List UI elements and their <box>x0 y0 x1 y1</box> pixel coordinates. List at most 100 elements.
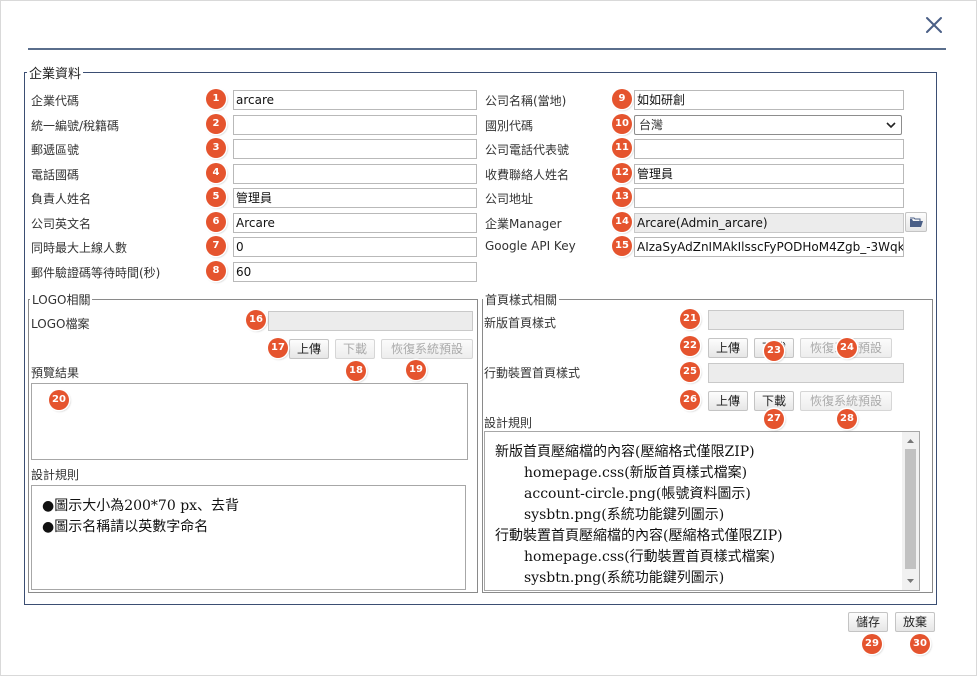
field-label: 企業Manager <box>485 217 562 231</box>
field-input[interactable]: 0 <box>233 237 477 257</box>
badge-30: 30 <box>910 634 930 654</box>
header-divider <box>28 48 946 50</box>
logo-rules-box[interactable]: ●圖示大小為200*70 px、去背 ●圖示名稱請以英數字命名 <box>31 485 466 590</box>
field-label: 公司電話代表號 <box>485 143 570 157</box>
badge-24: 24 <box>837 338 857 358</box>
field-label: 國別代碼 <box>485 119 534 133</box>
field-label: 同時最大上線人數 <box>31 241 128 255</box>
field-input[interactable]: 如如研創 <box>634 90 904 110</box>
badge-27: 27 <box>764 409 784 429</box>
logo-download-button[interactable]: 下載 <box>335 339 375 359</box>
homepage-mobile-upload-button[interactable]: 上傳 <box>708 391 748 411</box>
field-input[interactable]: arcare <box>233 90 477 110</box>
field-label: 電話國碼 <box>31 168 80 182</box>
logo-upload-button[interactable]: 上傳 <box>289 339 329 359</box>
company-legend: 企業資料 <box>27 63 84 82</box>
field-badge: 10 <box>612 114 632 134</box>
close-icon <box>926 17 942 33</box>
homepage-rule-line: sysbtn.png(系統功能鍵列圖示) <box>524 507 725 523</box>
field-badge: 3 <box>206 138 226 158</box>
homepage-new-input[interactable] <box>708 310 904 330</box>
logo-preview-label: 預覽結果 <box>31 366 80 380</box>
country-select-value: 台灣 <box>639 118 664 132</box>
folder-open-icon <box>910 217 923 227</box>
field-label: 公司名稱(當地) <box>485 94 567 108</box>
logo-rule-line: ●圖示大小為200*70 px、去背 <box>42 498 240 514</box>
field-input[interactable]: 60 <box>233 262 477 282</box>
homepage-rule-line: 行動裝置首頁壓縮檔的內容(壓縮格式僅限ZIP) <box>495 528 783 544</box>
badge-17: 17 <box>268 338 288 358</box>
field-input[interactable]: Arcare(Admin_arcare) <box>634 213 904 233</box>
field-input[interactable]: 管理員 <box>233 188 477 208</box>
homepage-rules-label: 設計規則 <box>484 416 533 430</box>
field-input[interactable] <box>233 115 477 135</box>
badge-25: 25 <box>680 362 700 382</box>
badge-29: 29 <box>862 634 882 654</box>
field-input[interactable] <box>233 164 477 184</box>
field-badge: 8 <box>206 261 226 281</box>
field-badge: 6 <box>206 212 226 232</box>
logo-legend: LOGO相關 <box>30 291 93 308</box>
field-label: 負責人姓名 <box>31 192 92 206</box>
field-input[interactable] <box>233 139 477 159</box>
badge-16: 16 <box>246 310 266 330</box>
field-badge: 4 <box>206 163 226 183</box>
badge-28: 28 <box>837 409 857 429</box>
save-button[interactable]: 儲存 <box>848 612 888 632</box>
logo-rules-label: 設計規則 <box>31 468 80 482</box>
homepage-rules-box[interactable]: 新版首頁壓縮檔的內容(壓縮格式僅限ZIP) homepage.css(新版首頁樣式… <box>484 431 920 591</box>
scroll-thumb[interactable] <box>905 449 916 569</box>
field-input[interactable]: AIzaSyAdZnIMAkIlsscFyPODHoM4Zgb_-3Wqk <box>634 237 904 257</box>
chevron-down-icon <box>886 122 896 129</box>
field-label: 郵遞區號 <box>31 143 80 157</box>
homepage-rule-line: homepage.css(新版首頁樣式檔案) <box>524 465 748 481</box>
homepage-rule-line: sysbtn.png(系統功能鍵列圖示) <box>524 570 725 586</box>
homepage-mobile-download-button[interactable]: 下載 <box>754 391 794 411</box>
homepage-legend: 首頁樣式相關 <box>483 291 560 308</box>
homepage-mobile-label: 行動裝置首頁樣式 <box>484 366 581 380</box>
field-input[interactable]: Arcare <box>233 213 477 233</box>
field-badge: 7 <box>206 236 226 256</box>
logo-rule-line: ●圖示名稱請以英數字命名 <box>42 519 209 535</box>
badge-22: 22 <box>680 336 700 356</box>
badge-21: 21 <box>680 309 700 329</box>
field-label: 收費聯絡人姓名 <box>485 168 570 182</box>
field-input[interactable] <box>634 139 904 159</box>
badge-18: 18 <box>346 361 366 381</box>
logo-restore-button[interactable]: 恢復系統預設 <box>381 339 473 359</box>
field-input[interactable]: 管理員 <box>634 164 904 184</box>
field-input[interactable] <box>634 188 904 208</box>
field-badge: 1 <box>206 89 226 109</box>
field-label: 公司英文名 <box>31 217 92 231</box>
logo-preview-box <box>31 383 468 460</box>
field-badge: 12 <box>612 163 632 183</box>
scroll-down-icon[interactable] <box>902 574 919 588</box>
field-label: Google API Key <box>485 239 576 253</box>
field-label: 企業代碼 <box>31 94 80 108</box>
field-badge: 14 <box>612 212 632 232</box>
homepage-rule-line: 新版首頁壓縮檔的內容(壓縮格式僅限ZIP) <box>495 444 755 460</box>
homepage-mobile-restore-button[interactable]: 恢復系統預設 <box>800 391 892 411</box>
homepage-new-label: 新版首頁樣式 <box>484 316 557 330</box>
badge-20: 20 <box>49 390 69 410</box>
homepage-mobile-input[interactable] <box>708 363 904 383</box>
field-badge: 11 <box>612 138 632 158</box>
manager-browse-button[interactable] <box>905 212 927 232</box>
badge-26: 26 <box>680 390 700 410</box>
scroll-up-icon[interactable] <box>902 434 919 448</box>
field-badge: 15 <box>612 236 632 256</box>
field-label: 郵件驗證碼等待時間(秒) <box>31 266 161 280</box>
close-button[interactable] <box>922 13 946 37</box>
homepage-rules-scrollbar[interactable] <box>902 432 919 590</box>
badge-19: 19 <box>406 360 426 380</box>
field-label: 統一編號/稅籍碼 <box>31 119 120 133</box>
country-select[interactable]: 台灣 <box>634 115 902 135</box>
field-badge: 5 <box>206 187 226 207</box>
logo-file-input[interactable] <box>268 311 473 331</box>
cancel-button[interactable]: 放棄 <box>895 612 935 632</box>
homepage-new-upload-button[interactable]: 上傳 <box>708 338 748 358</box>
homepage-rule-line: homepage.css(行動裝置首頁樣式檔案) <box>524 549 776 565</box>
badge-23: 23 <box>764 341 784 361</box>
field-badge: 13 <box>612 187 632 207</box>
logo-file-label: LOGO檔案 <box>31 317 90 331</box>
